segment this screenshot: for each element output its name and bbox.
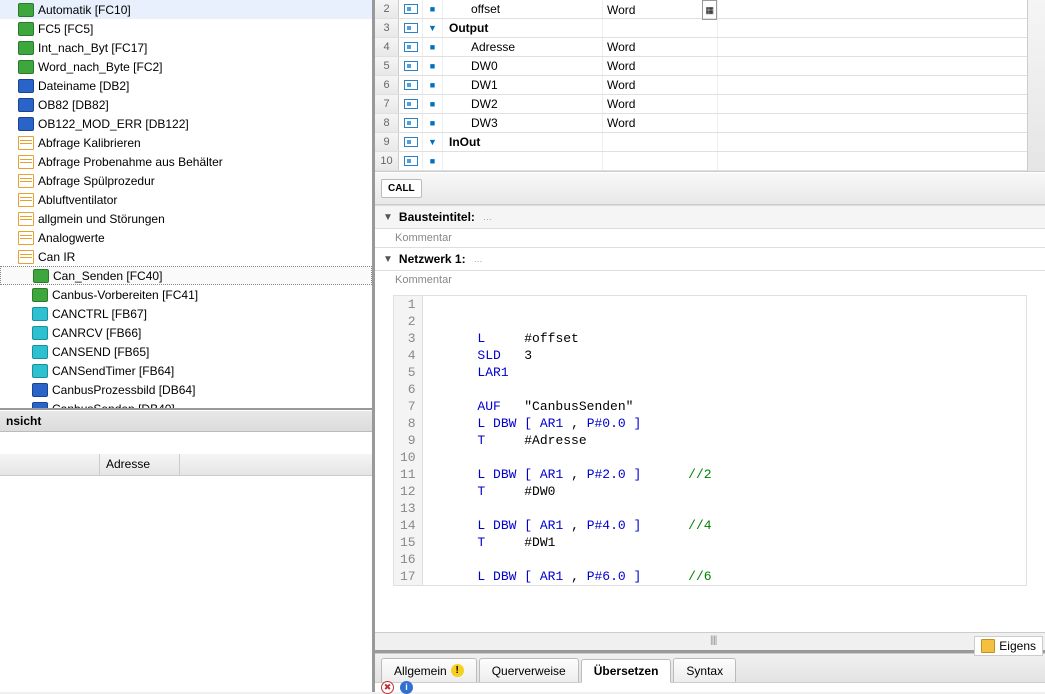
code-body[interactable]: L #offset SLD 3 LAR1 AUF "CanbusSenden" … — [423, 296, 720, 585]
tree-item-1[interactable]: FC5 [FC5] — [0, 19, 372, 38]
tree-item-4[interactable]: Dateiname [DB2] — [0, 76, 372, 95]
block-icon — [18, 98, 34, 112]
tree-item-15[interactable]: Canbus-Vorbereiten [FC41] — [0, 285, 372, 304]
tab-querverweise[interactable]: Querverweise — [479, 658, 579, 682]
block-icon — [33, 269, 49, 283]
interface-row[interactable]: 10■ — [375, 152, 1027, 171]
tab-allgemein[interactable]: Allgemein! — [381, 658, 477, 682]
info-icon: i — [400, 681, 413, 694]
tree-item-7[interactable]: Abfrage Kalibrieren — [0, 133, 372, 152]
error-icon: ✖ — [381, 681, 394, 694]
info-icon: ! — [451, 664, 464, 677]
project-tree[interactable]: Automatik [FC10]FC5 [FC5]Int_nach_Byt [F… — [0, 0, 372, 410]
tree-item-17[interactable]: CANRCV [FB66] — [0, 323, 372, 342]
tree-item-20[interactable]: CanbusProzessbild [DB64] — [0, 380, 372, 399]
tree-item-12[interactable]: Analogwerte — [0, 228, 372, 247]
collapse-icon[interactable]: ▼ — [383, 254, 393, 265]
block-icon — [18, 155, 34, 169]
block-icon — [32, 345, 48, 359]
block-icon — [18, 250, 34, 264]
dropdown-icon[interactable]: ▦ — [702, 0, 717, 20]
tree-item-9[interactable]: Abfrage Spülprozedur — [0, 171, 372, 190]
interface-row[interactable]: 7■DW2Word — [375, 95, 1027, 114]
horizontal-scrollbar[interactable] — [375, 632, 1045, 650]
tree-item-8[interactable]: Abfrage Probenahme aus Behälter — [0, 152, 372, 171]
code-toolbar: CALL — [375, 172, 1045, 205]
tree-item-10[interactable]: Abluftventilator — [0, 190, 372, 209]
tab-syntax[interactable]: Syntax — [673, 658, 736, 682]
block-icon — [18, 212, 34, 226]
io-icon — [404, 23, 418, 33]
tree-item-16[interactable]: CANCTRL [FB67] — [0, 304, 372, 323]
grid-vscroll[interactable] — [1027, 0, 1045, 172]
block-icon — [18, 79, 34, 93]
tree-item-18[interactable]: CANSEND [FB65] — [0, 342, 372, 361]
block-icon — [18, 193, 34, 207]
io-icon — [404, 61, 418, 71]
detail-view: nsicht Adresse — [0, 410, 372, 692]
tree-item-11[interactable]: allgmein und Störungen — [0, 209, 372, 228]
block-icon — [32, 326, 48, 340]
inspector-tabs: Allgemein!QuerverweiseÜbersetzenSyntax — [375, 653, 1045, 682]
call-button[interactable]: CALL — [381, 179, 422, 198]
editor-panel: 2■offsetWord▦3▼Output4■AdresseWord5■DW0W… — [375, 0, 1045, 692]
block-icon — [32, 383, 48, 397]
network-comment[interactable]: Kommentar — [375, 271, 1045, 289]
col-address[interactable]: Adresse — [100, 454, 180, 475]
tree-item-19[interactable]: CANSendTimer [FB64] — [0, 361, 372, 380]
io-icon — [404, 137, 418, 147]
block-title-section[interactable]: ▼ Bausteintitel: … — [375, 205, 1045, 229]
block-icon — [18, 231, 34, 245]
tree-item-6[interactable]: OB122_MOD_ERR [DB122] — [0, 114, 372, 133]
io-icon — [404, 42, 418, 52]
block-icon — [32, 402, 48, 411]
io-icon — [404, 118, 418, 128]
tree-item-2[interactable]: Int_nach_Byt [FC17] — [0, 38, 372, 57]
code-editor[interactable]: 1234567891011121314151617 L #offset SLD … — [393, 295, 1027, 586]
block-icon — [32, 307, 48, 321]
block-icon — [32, 364, 48, 378]
interface-row[interactable]: 9▼InOut — [375, 133, 1027, 152]
block-comment[interactable]: Kommentar — [375, 229, 1045, 247]
io-icon — [404, 4, 418, 14]
io-icon — [404, 99, 418, 109]
block-icon — [18, 41, 34, 55]
block-icon — [18, 22, 34, 36]
tree-item-13[interactable]: Can IR — [0, 247, 372, 266]
detail-columns: Adresse — [0, 454, 372, 476]
tree-item-0[interactable]: Automatik [FC10] — [0, 0, 372, 19]
block-icon — [18, 3, 34, 17]
block-icon — [18, 174, 34, 188]
interface-row[interactable]: 5■DW0Word — [375, 57, 1027, 76]
line-gutter: 1234567891011121314151617 — [394, 296, 423, 585]
interface-row[interactable]: 3▼Output — [375, 19, 1027, 38]
network-1-section[interactable]: ▼ Netzwerk 1: … — [375, 247, 1045, 271]
tree-item-21[interactable]: CanbusSenden [DB40] — [0, 399, 372, 410]
interface-row[interactable]: 6■DW1Word — [375, 76, 1027, 95]
tree-item-3[interactable]: Word_nach_Byte [FC2] — [0, 57, 372, 76]
interface-grid[interactable]: 2■offsetWord▦3▼Output4■AdresseWord5■DW0W… — [375, 0, 1027, 172]
io-icon — [404, 156, 418, 166]
detail-title: nsicht — [0, 410, 372, 432]
interface-row[interactable]: 4■AdresseWord — [375, 38, 1027, 57]
io-icon — [404, 80, 418, 90]
block-icon — [18, 117, 34, 131]
block-icon — [18, 136, 34, 150]
bottom-inspector: Eigens Allgemein!QuerverweiseÜbersetzenS… — [375, 650, 1045, 692]
interface-row[interactable]: 2■offsetWord▦ — [375, 0, 1027, 19]
block-icon — [32, 288, 48, 302]
collapse-icon[interactable]: ▼ — [383, 212, 393, 223]
tree-item-5[interactable]: OB82 [DB82] — [0, 95, 372, 114]
properties-button[interactable]: Eigens — [974, 636, 1043, 656]
block-icon — [18, 60, 34, 74]
tree-item-14[interactable]: Can_Senden [FC40] — [0, 266, 372, 285]
tab-übersetzen[interactable]: Übersetzen — [581, 659, 672, 683]
interface-row[interactable]: 8■DW3Word — [375, 114, 1027, 133]
left-panel: Automatik [FC10]FC5 [FC5]Int_nach_Byt [F… — [0, 0, 375, 692]
